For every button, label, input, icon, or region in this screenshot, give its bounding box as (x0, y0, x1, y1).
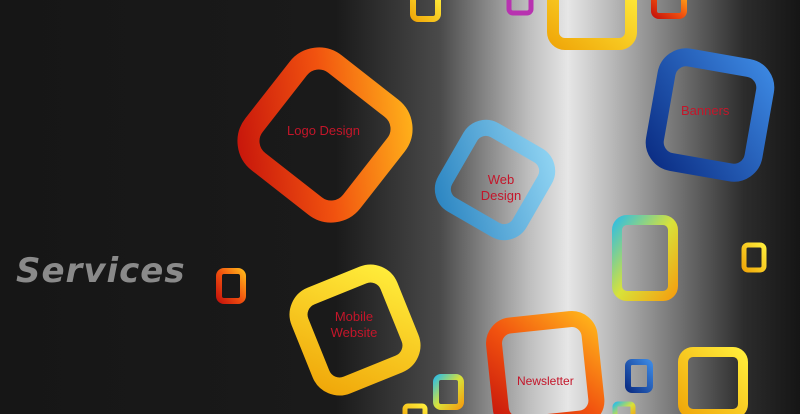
service-logo-design[interactable]: Logo Design (287, 123, 360, 139)
small-square-12 (612, 401, 636, 414)
small-square-1 (216, 268, 246, 304)
service-newsletter[interactable]: Newsletter (517, 374, 574, 389)
small-square-8 (433, 374, 464, 410)
small-square-10 (678, 347, 748, 414)
services-banner: Services Logo Design Web Design Mobile W… (0, 0, 800, 414)
small-square-11 (402, 403, 428, 414)
decorative-squares (216, 0, 775, 414)
service-mobile-website[interactable]: Mobile Website (323, 309, 385, 342)
small-square-4 (547, 0, 637, 50)
service-web-design[interactable]: Web Design (473, 172, 529, 205)
small-square-9 (625, 359, 653, 393)
small-square-7 (741, 242, 767, 273)
small-square-3 (506, 0, 534, 16)
small-square-2 (410, 0, 441, 22)
service-banners[interactable]: Banners (681, 103, 729, 119)
small-square-6 (612, 215, 678, 301)
services-heading: Services (16, 251, 186, 291)
small-square-5 (651, 0, 687, 19)
newsletter-frame (486, 311, 605, 414)
